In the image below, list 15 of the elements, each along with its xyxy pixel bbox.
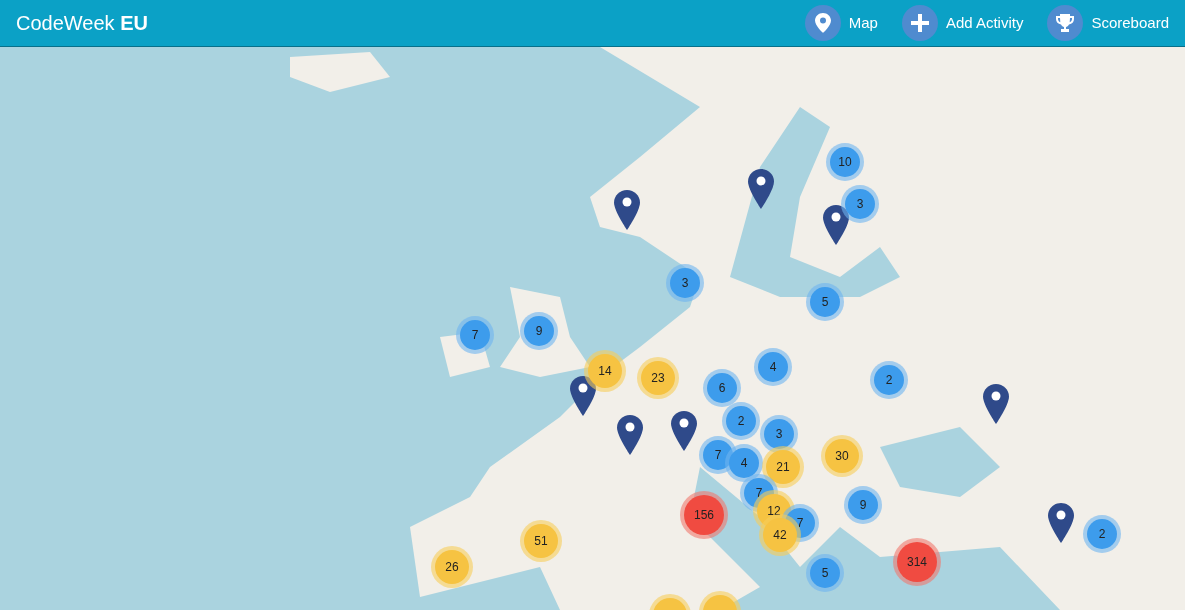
map-pin-icon[interactable] (671, 411, 697, 451)
nav-link[interactable]: Map (848, 11, 878, 35)
map-pin-icon[interactable] (983, 384, 1009, 424)
nav-link[interactable]: Scoreboard (1091, 11, 1169, 35)
nav-link[interactable]: Add Activity (945, 11, 1024, 35)
brand-logo[interactable]: CodeWeek EU (16, 8, 148, 38)
map-pin-icon[interactable] (823, 205, 849, 245)
map-pin-icon[interactable] (804, 5, 841, 41)
map-pin-icon[interactable] (570, 376, 596, 416)
trophy-icon[interactable] (1047, 5, 1084, 41)
map-pin-icon[interactable] (1048, 503, 1074, 543)
plus-icon[interactable] (901, 5, 938, 41)
map-pin-icon[interactable] (614, 190, 640, 230)
map-pin-icon[interactable] (617, 415, 643, 455)
map-pin-icon[interactable] (748, 169, 774, 209)
